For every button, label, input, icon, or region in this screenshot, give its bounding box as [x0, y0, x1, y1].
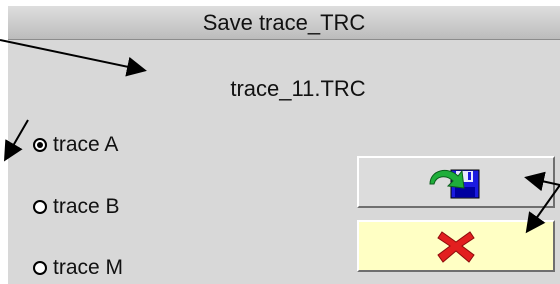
save-icon [429, 169, 480, 199]
radio-label-trace-m: trace M [53, 256, 124, 279]
save-trace-dialog: Save trace_TRC trace_11.TRC trace A trac… [8, 6, 560, 284]
radio-button[interactable] [33, 200, 47, 214]
radio-trace-m[interactable]: trace M [33, 254, 123, 282]
radio-trace-a[interactable]: trace A [33, 131, 118, 159]
radio-button[interactable] [33, 261, 47, 275]
filename-label: trace_11.TRC [230, 76, 366, 101]
radio-button-selected[interactable] [33, 138, 47, 152]
cancel-icon [437, 231, 475, 263]
dialog-title: Save trace_TRC [8, 6, 560, 40]
radio-label-trace-b: trace B [53, 195, 120, 218]
radio-label-trace-a: trace A [53, 133, 119, 156]
save-button[interactable] [357, 156, 555, 208]
radio-trace-b[interactable]: trace B [33, 193, 120, 221]
cancel-button[interactable] [357, 220, 555, 272]
